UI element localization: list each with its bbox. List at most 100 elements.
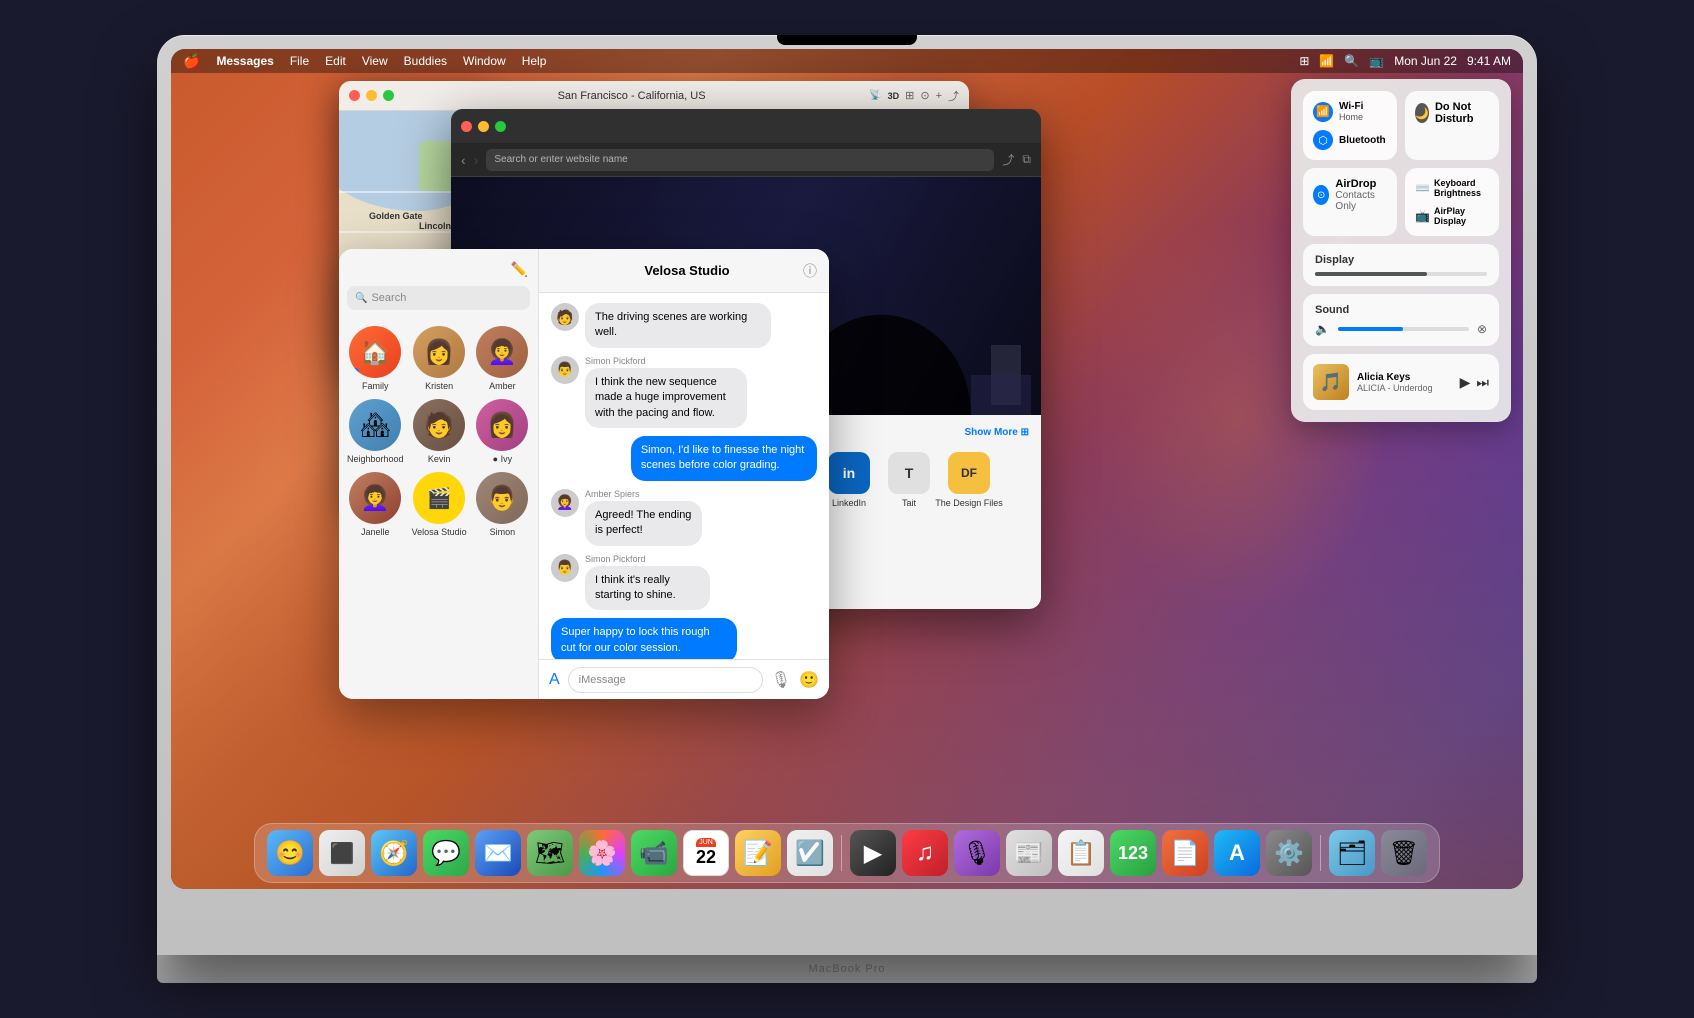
- msg-contact-ivy[interactable]: 👩 ● Ivy: [475, 399, 530, 464]
- dock-icon-reminders[interactable]: ☑️: [787, 830, 833, 876]
- safari-url-input[interactable]: Search or enter website name: [486, 149, 994, 171]
- news-dock-icon: 📰: [1014, 839, 1044, 868]
- maps-locate-icon[interactable]: ⊙: [920, 89, 929, 102]
- dock-icon-pages[interactable]: 📄: [1162, 830, 1208, 876]
- cc-keyboard-row[interactable]: ⌨️ Keyboard Brightness: [1415, 178, 1489, 198]
- safari-url-placeholder: Search or enter website name: [494, 154, 627, 165]
- fullscreen-button[interactable]: [383, 90, 394, 101]
- dock-icon-appletv[interactable]: ▶: [850, 830, 896, 876]
- menu-window[interactable]: Window: [463, 54, 506, 68]
- safari-share-icon[interactable]: ⤴: [1002, 151, 1014, 168]
- dock-icon-notes[interactable]: 📝: [735, 830, 781, 876]
- msg-avatar-5: 👨: [551, 554, 579, 582]
- messages-text-input[interactable]: iMessage: [568, 667, 763, 693]
- cc-bluetooth-row[interactable]: ⬡ Bluetooth: [1313, 130, 1387, 150]
- dock-icon-messages[interactable]: 💬: [423, 830, 469, 876]
- close-button[interactable]: [349, 90, 360, 101]
- menubar-mirroring-icon[interactable]: 📺: [1369, 54, 1384, 68]
- dock-icon-calendar[interactable]: JUN 22: [683, 830, 729, 876]
- msg-contact-family[interactable]: 🏠 Family: [347, 326, 404, 391]
- photos-dock-icon: 🌸: [587, 839, 617, 868]
- dock-icon-podcasts[interactable]: 🎙: [954, 830, 1000, 876]
- safari-fullscreen-button[interactable]: [495, 121, 506, 132]
- maps-3d-label[interactable]: 3D: [888, 91, 900, 101]
- cc-airdrop-title: AirDrop: [1335, 178, 1387, 190]
- messages-emoji-icon[interactable]: 🙂: [799, 670, 819, 690]
- maps-add-icon[interactable]: +: [936, 90, 942, 102]
- msg-contact-amber[interactable]: 👩‍🦱 Amber: [475, 326, 530, 391]
- msg-contact-kevin[interactable]: 🧑 Kevin: [412, 399, 467, 464]
- messages-search-bar[interactable]: 🔍 Search: [347, 286, 530, 310]
- maps-share-icon[interactable]: ⤴: [948, 88, 959, 104]
- dock-icon-freeform[interactable]: 📋: [1058, 830, 1104, 876]
- messages-info-icon[interactable]: ⓘ: [803, 261, 817, 281]
- msg-contact-neighborhood[interactable]: 🏘 Neighborhood: [347, 399, 404, 464]
- dock-icon-photos[interactable]: 🌸: [579, 830, 625, 876]
- msg-contact-velosa[interactable]: 🎬 Velosa Studio: [412, 472, 467, 537]
- sound-max-icon[interactable]: ⊗: [1477, 322, 1487, 336]
- cc-airplay-row[interactable]: 📺 AirPlay Display: [1415, 206, 1489, 226]
- safari-tabs-icon[interactable]: ⧉: [1022, 152, 1031, 167]
- dock-icon-news[interactable]: 📰: [1006, 830, 1052, 876]
- menu-edit[interactable]: Edit: [325, 54, 346, 68]
- cc-airdrop-tile[interactable]: ⊙ AirDrop Contacts Only: [1303, 168, 1397, 236]
- messages-compose-button[interactable]: ✏️: [511, 261, 528, 278]
- sound-mute-icon[interactable]: 🔈: [1315, 322, 1330, 336]
- dock-icon-safari[interactable]: 🧭: [371, 830, 417, 876]
- dock-icon-files[interactable]: 🗂: [1329, 830, 1375, 876]
- menu-file[interactable]: File: [290, 54, 309, 68]
- cc-play-button[interactable]: ▶: [1460, 374, 1471, 391]
- menu-view[interactable]: View: [362, 54, 388, 68]
- safari-minimize-button[interactable]: [478, 121, 489, 132]
- cc-wifi-bluetooth-tile: 📶 Wi-Fi Home ⬡ Bluetooth: [1303, 91, 1397, 160]
- dock-icon-numbers[interactable]: 123: [1110, 830, 1156, 876]
- numbers-dock-icon: 123: [1118, 843, 1148, 864]
- msg-contact-janelle[interactable]: 👩‍🦱 Janelle: [347, 472, 404, 537]
- safari-back-icon[interactable]: ‹: [461, 152, 466, 168]
- maps-titlebar: San Francisco - California, US 📡 3D ⊞ ⊙ …: [339, 81, 969, 111]
- maps-layers-icon[interactable]: ⊞: [905, 89, 914, 102]
- cc-keyboard-title: Keyboard Brightness: [1434, 178, 1489, 198]
- safari-fav-tait[interactable]: T Tait: [883, 452, 935, 508]
- dock-icon-launchpad[interactable]: ⬛: [319, 830, 365, 876]
- safari-close-button[interactable]: [461, 121, 472, 132]
- menubar: 🍎 Messages File Edit View Buddies Window…: [171, 49, 1523, 73]
- safari-forward-icon[interactable]: ›: [474, 152, 479, 168]
- menubar-search-icon[interactable]: 🔍: [1344, 54, 1359, 68]
- dock-icon-music[interactable]: ♫: [902, 830, 948, 876]
- menu-messages[interactable]: Messages: [216, 54, 273, 68]
- dock-icon-mail[interactable]: ✉️: [475, 830, 521, 876]
- messages-audio-icon[interactable]: 🎙: [771, 670, 791, 690]
- cc-music-title: Alicia Keys: [1357, 372, 1452, 383]
- cc-sound-slider-track[interactable]: [1338, 327, 1469, 331]
- dock-icon-maps[interactable]: 🗺: [527, 830, 573, 876]
- cc-wifi-row[interactable]: 📶 Wi-Fi Home: [1313, 101, 1387, 122]
- maps-zoom-icon[interactable]: 📡: [869, 90, 881, 101]
- safari-fav-linkedin[interactable]: in LinkedIn: [823, 452, 875, 508]
- menu-help[interactable]: Help: [522, 54, 547, 68]
- safari-fav-designfiles[interactable]: DF The Design Files: [943, 452, 995, 508]
- messages-apps-icon[interactable]: A: [549, 671, 560, 689]
- safari-show-more[interactable]: Show More ⊞: [965, 427, 1030, 442]
- dock-icon-sysprefs[interactable]: ⚙️: [1266, 830, 1312, 876]
- menubar-wifi-icon[interactable]: 📶: [1319, 54, 1334, 68]
- cc-display-slider-track[interactable]: [1315, 272, 1487, 276]
- dock-icon-facetime[interactable]: 📹: [631, 830, 677, 876]
- cc-next-button[interactable]: ⏭: [1476, 374, 1489, 391]
- cc-sound-tile: Sound 🔈 ⊗: [1303, 294, 1499, 346]
- apple-menu-icon[interactable]: 🍎: [183, 53, 200, 70]
- minimize-button[interactable]: [366, 90, 377, 101]
- msg-contact-kristen[interactable]: 👩 Kristen: [412, 326, 467, 391]
- dock-icon-finder[interactable]: 😊: [267, 830, 313, 876]
- dock-icon-appstore[interactable]: A: [1214, 830, 1260, 876]
- messages-conversation: 🧑 The driving scenes are working well. 👨…: [539, 293, 829, 659]
- cc-airdrop-subtitle: Contacts Only: [1335, 190, 1387, 212]
- menu-buddies[interactable]: Buddies: [404, 54, 447, 68]
- safari-traffic-lights: [461, 121, 506, 132]
- cc-dnd-tile[interactable]: 🌙 Do Not Disturb: [1405, 91, 1499, 160]
- msg-avatar-2: 👨: [551, 356, 579, 384]
- msg-contact-simon[interactable]: 👨 Simon: [475, 472, 530, 537]
- dock-icon-trash[interactable]: 🗑: [1381, 830, 1427, 876]
- menubar-controlcenter-icon[interactable]: ⊞: [1299, 54, 1309, 68]
- pages-dock-icon: 📄: [1170, 839, 1200, 868]
